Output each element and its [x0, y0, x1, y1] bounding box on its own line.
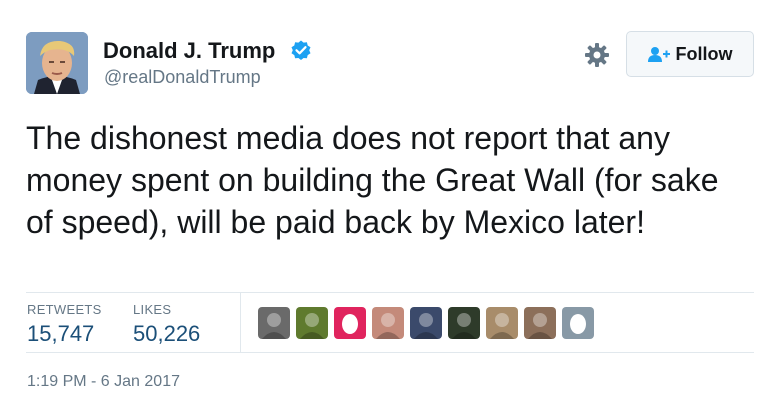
avatar-green-frog[interactable] — [296, 307, 328, 339]
default-egg-avatar[interactable] — [562, 307, 594, 339]
avatar-woman[interactable] — [410, 307, 442, 339]
divider — [26, 352, 754, 353]
likes-label: LIKES — [133, 302, 172, 317]
likers-avatars — [258, 307, 594, 339]
tweet-text: The dishonest media does not report that… — [26, 120, 719, 240]
default-egg-avatar[interactable] — [334, 307, 366, 339]
follow-label: Follow — [675, 43, 733, 64]
follow-button[interactable]: Follow — [626, 31, 754, 77]
avatar-green-creature[interactable] — [448, 307, 480, 339]
avatar-grey-figure[interactable] — [258, 307, 290, 339]
retweets-label: RETWEETS — [27, 302, 102, 317]
avatar[interactable] — [26, 32, 88, 94]
gear-icon[interactable] — [583, 41, 611, 69]
verified-badge-icon — [291, 40, 311, 60]
divider — [26, 292, 754, 293]
avatar-scene[interactable] — [524, 307, 556, 339]
avatar-two-people[interactable] — [372, 307, 404, 339]
likes-count[interactable]: 50,226 — [133, 321, 200, 347]
display-name[interactable]: Donald J. Trump — [103, 38, 275, 64]
user-handle[interactable]: @realDonaldTrump — [104, 67, 261, 88]
add-user-icon — [647, 47, 670, 62]
tweet-timestamp[interactable]: 1:19 PM - 6 Jan 2017 — [27, 373, 180, 391]
retweets-count[interactable]: 15,747 — [27, 321, 94, 347]
divider — [240, 292, 241, 352]
avatar-animal[interactable] — [486, 307, 518, 339]
